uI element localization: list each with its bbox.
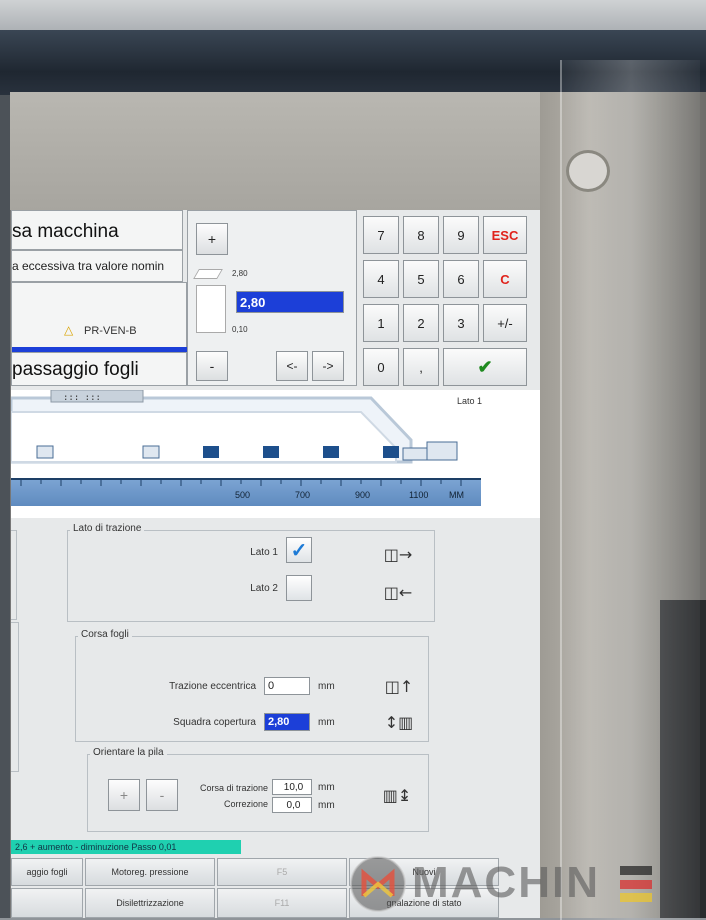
cover-square-unit: mm: [318, 717, 335, 728]
key-comma[interactable]: ,: [403, 348, 439, 386]
ceiling-background: [0, 0, 706, 34]
status-bar: 2,6 + aumento - diminuzione Passo 0,01: [11, 840, 241, 854]
cursor-right-button[interactable]: ->: [312, 351, 344, 381]
message-text: a eccessiva tra valore nomin: [12, 259, 165, 273]
pull-stroke-unit: mm: [318, 782, 335, 793]
numeric-keypad: 7 8 9 ESC 4 5 6 C 1 2 3 +/- 0 , ✔: [359, 210, 535, 386]
side-label: Lato 1: [457, 396, 483, 406]
ruler-ticks: [11, 478, 481, 486]
correction-input[interactable]: 0,0: [272, 797, 312, 813]
position-ruler: 500 700 900 1100 MM: [11, 478, 481, 506]
cover-square-label: Squadra copertura: [173, 717, 256, 728]
status-text: 2,6 + aumento - diminuzione Passo 0,01: [15, 842, 177, 852]
cursor-left-button[interactable]: <-: [276, 351, 308, 381]
title-top: sa macchina: [12, 221, 119, 242]
key-6[interactable]: 6: [443, 260, 479, 298]
eccentric-pull-unit: mm: [318, 681, 335, 692]
watermark-logo-icon: [350, 856, 406, 912]
key-7[interactable]: 7: [363, 216, 399, 254]
confirm-button[interactable]: ✔: [443, 348, 527, 386]
svg-text:::: :::: ::: :::: [63, 393, 101, 403]
title-panel-bottom: passaggio fogli: [11, 352, 187, 386]
check-icon: ✔: [477, 356, 493, 377]
traction-side-title: Lato di trazione: [70, 523, 145, 534]
side2-checkbox[interactable]: [286, 575, 312, 601]
level-top-marker: [193, 269, 223, 279]
key-clear[interactable]: C: [483, 260, 527, 298]
fkey-f11[interactable]: F11: [217, 888, 347, 918]
watermark-flag-e: [620, 866, 652, 902]
traction-side-group: Lato di trazione Lato 1 ✓ Lato 2 ◫→ ◫←: [67, 523, 435, 622]
key-1[interactable]: 1: [363, 304, 399, 342]
title-panel-top: sa macchina: [11, 210, 183, 250]
warning-code: PR-VEN-B: [84, 325, 137, 337]
ruler-unit: MM: [449, 490, 464, 500]
pull-left-icon: ◫←: [383, 582, 413, 602]
side2-label: Lato 2: [250, 583, 278, 594]
decrease-button[interactable]: -: [196, 351, 228, 381]
key-3[interactable]: 3: [443, 304, 479, 342]
side1-checkbox[interactable]: ✓: [286, 537, 312, 563]
increase-button[interactable]: +: [196, 223, 228, 255]
ruler-tick-500: 500: [235, 490, 251, 500]
hmi-screen: sa macchina a eccessiva tra valore nomin…: [10, 210, 540, 918]
value-editor: + 2,80 2,80 0,10 - <- ->: [187, 210, 357, 386]
warning-panel: △ PR-VEN-B: [11, 282, 188, 352]
monitor-left-edge: [0, 95, 10, 918]
left-panel-fragment-2: [11, 622, 19, 772]
left-panel-fragment-1: [11, 530, 17, 620]
stack-orient-icon: ▥↨: [382, 785, 412, 805]
message-panel: a eccessiva tra valore nomin: [11, 250, 183, 282]
fkey-blank[interactable]: [11, 888, 83, 918]
pull-stroke-label: Corsa di trazione: [199, 783, 268, 793]
sheet-travel-group: Corsa fogli Trazione eccentrica 0 mm Squ…: [75, 629, 429, 742]
cable-clip: [566, 150, 610, 192]
eccentric-pull-label: Trazione eccentrica: [169, 681, 256, 692]
sheet-travel-title: Corsa fogli: [78, 629, 132, 640]
ruler-tick-700: 700: [295, 490, 311, 500]
watermark: MACHIN: [348, 854, 668, 914]
key-4[interactable]: 4: [363, 260, 399, 298]
key-esc[interactable]: ESC: [483, 216, 527, 254]
title-bottom: passaggio fogli: [12, 359, 139, 380]
key-5[interactable]: 5: [403, 260, 439, 298]
watermark-text: MACHIN: [412, 858, 600, 907]
fkey-f5[interactable]: F5: [217, 858, 347, 886]
side1-label: Lato 1: [250, 547, 278, 558]
eccentric-pull-icon: ◫↑: [384, 676, 414, 696]
ruler-tick-900: 900: [355, 490, 371, 500]
pull-stroke-input[interactable]: 10,0: [272, 779, 312, 795]
monitor-frame-top: [10, 92, 550, 210]
warning-icon: △: [64, 323, 74, 337]
stack-plus-button[interactable]: +: [108, 779, 140, 811]
fkey-pressure-motor[interactable]: Motoreg. pressione: [85, 858, 215, 886]
correction-unit: mm: [318, 800, 335, 811]
orient-stack-group: Orientare la pila + - Corsa di trazione …: [87, 747, 429, 832]
stack-minus-button[interactable]: -: [146, 779, 178, 811]
key-9[interactable]: 9: [443, 216, 479, 254]
checkmark-icon: ✓: [290, 539, 308, 562]
eccentric-pull-input[interactable]: 0: [264, 677, 310, 695]
fkey-sheet-passage[interactable]: aggio fogli: [11, 858, 83, 886]
value-input[interactable]: 2,80: [236, 291, 344, 313]
key-8[interactable]: 8: [403, 216, 439, 254]
key-2[interactable]: 2: [403, 304, 439, 342]
max-value: 2,80: [232, 269, 248, 278]
key-sign[interactable]: +/-: [483, 304, 527, 342]
cover-square-input[interactable]: 2,80: [264, 713, 310, 731]
level-bar: [196, 285, 226, 333]
key-0[interactable]: 0: [363, 348, 399, 386]
ruler-tick-1100: 1100: [409, 490, 429, 500]
orient-stack-title: Orientare la pila: [90, 747, 167, 758]
fkey-destaticizing[interactable]: Disilettrizzazione: [85, 888, 215, 918]
cover-square-icon: ↕▥: [384, 712, 414, 732]
min-value: 0,10: [232, 325, 248, 334]
pull-right-icon: ◫→: [383, 544, 413, 564]
correction-label: Correzione: [223, 799, 268, 809]
